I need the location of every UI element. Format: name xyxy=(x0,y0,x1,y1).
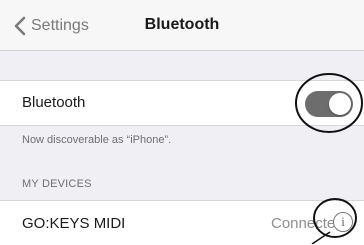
section-header-my-devices: MY DEVICES xyxy=(22,178,92,190)
device-row[interactable]: GO:KEYS MIDI Connected i xyxy=(0,200,364,245)
discoverable-note: Now discoverable as “iPhone”. xyxy=(22,134,172,146)
navigation-bar: Settings Bluetooth xyxy=(0,0,364,51)
bluetooth-label: Bluetooth xyxy=(22,94,86,111)
bluetooth-toggle[interactable] xyxy=(305,91,353,117)
page-title: Bluetooth xyxy=(144,16,220,33)
info-icon[interactable]: i xyxy=(333,212,353,232)
toggle-knob xyxy=(329,93,351,115)
bluetooth-row: Bluetooth xyxy=(0,80,364,126)
device-name: GO:KEYS MIDI xyxy=(22,215,126,232)
